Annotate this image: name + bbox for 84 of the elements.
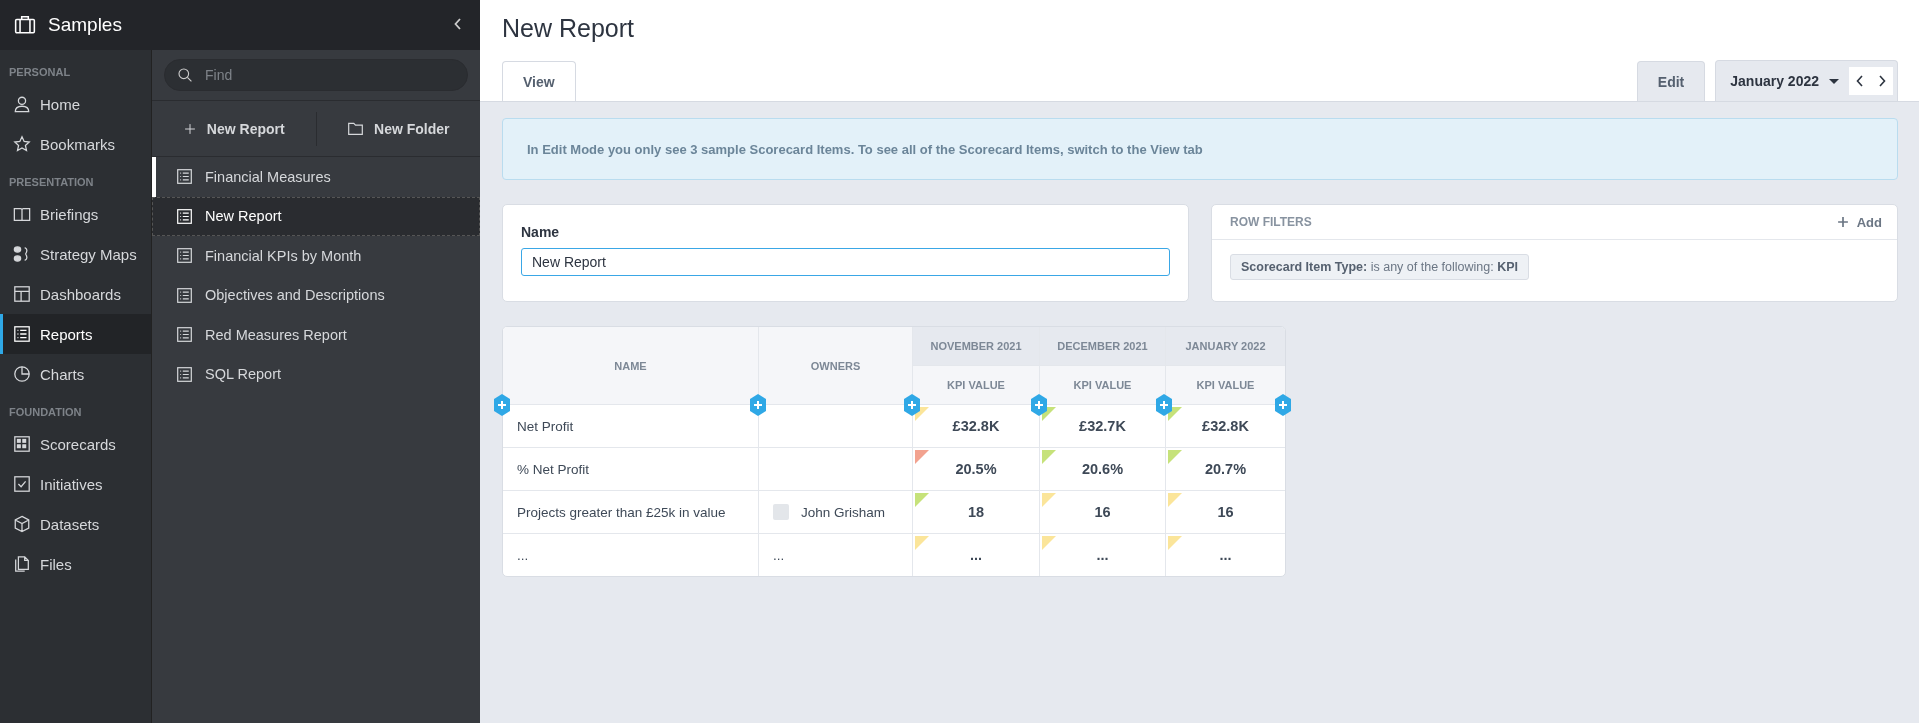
- report-list-item[interactable]: New Report: [152, 196, 480, 236]
- card-title: ROW FILTERS: [1230, 215, 1313, 229]
- report-icon: [176, 168, 193, 186]
- column-header: DECEMBER 2021: [1040, 327, 1166, 366]
- avatar-icon: [773, 504, 789, 520]
- column-header: OWNERS: [759, 327, 913, 405]
- person-icon: [13, 95, 31, 113]
- section-label: PRESENTATION: [8, 175, 95, 190]
- chevron-right-icon: [1878, 75, 1886, 87]
- report-list-item[interactable]: Objectives and Descriptions: [152, 275, 480, 315]
- star-icon: [13, 135, 31, 153]
- table-cell: Projects greater than £25k in value: [503, 491, 759, 534]
- plus-icon: [182, 121, 197, 136]
- kpi-value-cell: 16: [1166, 491, 1285, 534]
- kpi-value-cell: ...: [1166, 534, 1285, 576]
- nav-item[interactable]: Scorecards: [0, 424, 151, 464]
- add-column-icon[interactable]: [1031, 394, 1047, 416]
- add-button[interactable]: Add: [1835, 214, 1882, 230]
- app-title: Samples: [48, 14, 123, 36]
- checkbox-icon: [13, 475, 31, 493]
- kpi-value-cell: ...: [1040, 534, 1166, 576]
- report-icon: [176, 326, 193, 344]
- chevron-left-icon: [1856, 75, 1864, 87]
- report-icon: [176, 247, 193, 265]
- report-list-item[interactable]: Red Measures Report: [152, 315, 480, 355]
- nav-item[interactable]: Briefings: [0, 194, 151, 234]
- add-column-icon[interactable]: [494, 394, 510, 416]
- dashboard-icon: [13, 285, 31, 303]
- kpi-value-cell: 16: [1040, 491, 1166, 534]
- report-icon: [176, 207, 193, 225]
- folder-icon: [347, 120, 364, 137]
- search-field[interactable]: Find: [164, 59, 468, 91]
- section-label: PERSONAL: [8, 65, 72, 80]
- kpi-value-cell: ...: [913, 534, 1040, 576]
- nav-item[interactable]: Home: [0, 84, 151, 124]
- report-list-item[interactable]: Financial KPIs by Month: [152, 236, 480, 276]
- nav-item[interactable]: Files: [0, 544, 151, 584]
- briefcase-icon: [14, 14, 36, 36]
- book-icon: [13, 205, 31, 223]
- nav-item[interactable]: Initiatives: [0, 464, 151, 504]
- section-label: FOUNDATION: [8, 405, 83, 420]
- add-column-icon[interactable]: [750, 394, 766, 416]
- plus-icon: [1835, 215, 1850, 229]
- nav-item[interactable]: Bookmarks: [0, 124, 151, 164]
- tab[interactable]: View: [502, 61, 576, 101]
- kpi-value-cell: 20.7%: [1166, 448, 1285, 491]
- new-report-button[interactable]: New Report: [152, 112, 316, 145]
- column-header: KPI VALUE: [1040, 366, 1166, 405]
- add-column-icon[interactable]: [1156, 394, 1172, 416]
- table-cell: John Grisham: [759, 491, 913, 534]
- list-icon: [13, 325, 31, 343]
- add-column-icon[interactable]: [1275, 394, 1291, 416]
- kpi-value-cell: 18: [913, 491, 1040, 534]
- nav-item[interactable]: Reports: [0, 314, 151, 354]
- kpi-value-cell: 20.6%: [1040, 448, 1166, 491]
- column-header: JANUARY 2022: [1166, 327, 1285, 366]
- report-icon: [176, 286, 193, 304]
- cube-icon: [13, 515, 31, 533]
- column-header: NAME: [503, 327, 759, 405]
- table-cell: ...: [503, 534, 759, 576]
- table-cell: % Net Profit: [503, 448, 759, 491]
- filter-chip[interactable]: Scorecard Item Type: is any of the following: KPI: [1230, 254, 1529, 280]
- name-input[interactable]: New Report: [521, 248, 1170, 276]
- report-icon: [176, 365, 193, 383]
- table-cell: ...: [759, 534, 913, 576]
- field-label: Name: [521, 224, 560, 240]
- tab[interactable]: Edit: [1636, 61, 1706, 101]
- nav-item[interactable]: Datasets: [0, 504, 151, 544]
- info-banner: In Edit Mode you only see 3 sample Scorecard Items. To see all of the Scorecard Items, switch to the View tab: [502, 118, 1898, 180]
- files-icon: [13, 555, 31, 573]
- nav-item[interactable]: Dashboards: [0, 274, 151, 314]
- column-header: KPI VALUE: [1166, 366, 1285, 405]
- column-header: NOVEMBER 2021: [913, 327, 1040, 366]
- column-header: KPI VALUE: [913, 366, 1040, 405]
- chevron-left-icon: [454, 18, 462, 30]
- new-folder-button[interactable]: New Folder: [316, 112, 480, 145]
- add-column-icon[interactable]: [904, 394, 920, 416]
- nav-item[interactable]: Charts: [0, 354, 151, 394]
- report-list-item[interactable]: SQL Report: [152, 354, 480, 394]
- page-title: New Report: [502, 14, 634, 43]
- kpi-value-cell: 20.5%: [913, 448, 1040, 491]
- nav-item[interactable]: Strategy Maps: [0, 234, 151, 274]
- grid-icon: [13, 435, 31, 453]
- pie-chart-icon: [13, 365, 31, 383]
